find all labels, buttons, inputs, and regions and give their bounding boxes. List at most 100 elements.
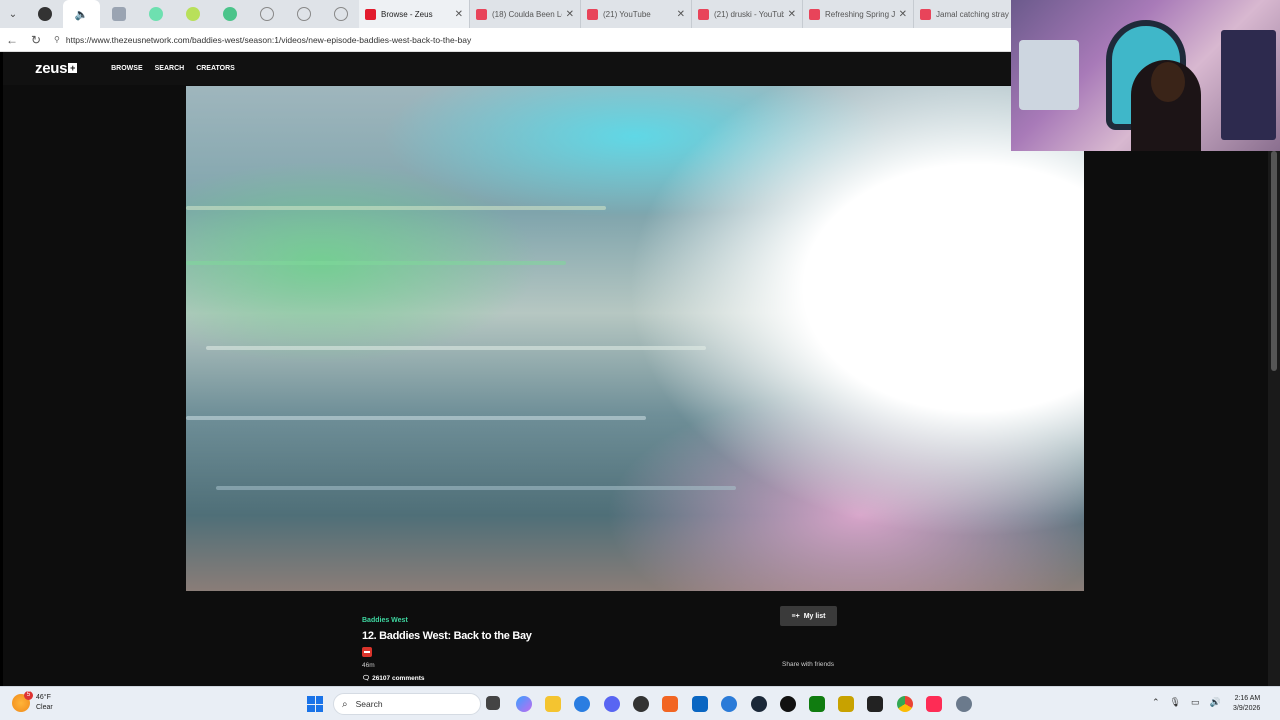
nav-search[interactable]: SEARCH [155,65,185,72]
youtube-favicon [809,8,820,20]
pinned-tab[interactable] [211,0,248,28]
video-frame [186,206,606,210]
close-tab-icon[interactable]: ✕ [899,9,907,20]
tab-title: Jamal catching stray [936,9,1009,19]
chevron-up-icon[interactable]: ⌃ [1152,697,1160,708]
app-icon [222,7,237,21]
webcam-overlay [1011,0,1280,151]
copilot-icon[interactable] [516,696,532,712]
webcam-background [1221,30,1276,140]
video-player[interactable] [186,86,1084,591]
file-explorer-icon[interactable] [545,696,561,712]
video-frame [216,486,736,490]
video-frame [206,346,706,350]
weather-desc: Clear [36,704,53,711]
streamer-head [1151,62,1185,102]
pinned-tab[interactable] [174,0,211,28]
globe-icon [296,7,311,21]
my-list-label: My list [803,612,826,620]
app-icon [111,7,126,21]
outlook-icon[interactable] [721,696,737,712]
network-icon[interactable]: ▭ [1191,697,1200,708]
app-icon[interactable] [662,696,678,712]
task-view-icon[interactable] [486,696,500,710]
close-tab-icon[interactable]: ✕ [455,9,463,20]
youtube-favicon [587,8,598,20]
app-icon [37,7,52,21]
tab-youtube[interactable]: (18) Coulda Been Lo ✕ [470,0,581,28]
reload-icon[interactable]: ↻ [24,28,48,52]
steam-icon[interactable] [751,696,767,712]
pinned-tab[interactable] [100,0,137,28]
speaker-icon: 🔈 [74,8,89,21]
video-frame [186,416,646,420]
youtube-favicon [920,8,931,20]
tab-title: Refreshing Spring Ju [825,9,895,19]
search-placeholder: Search [355,699,383,709]
settings-icon[interactable] [956,696,972,712]
microphone-icon[interactable]: 🎙 [1170,697,1181,708]
close-tab-icon[interactable]: ✕ [566,9,574,20]
comment-icon: 🗨 [362,675,371,682]
tab-youtube[interactable]: Jamal catching stray [914,0,1025,28]
tab-title: (21) druski - YouTub [714,9,784,19]
logo-mark-icon: + [68,63,78,73]
tab-youtube[interactable]: Refreshing Spring Ju ✕ [803,0,914,28]
show-link[interactable]: Baddies West [362,617,408,624]
comments-count: 26107 comments [372,675,425,682]
close-tab-icon[interactable]: ✕ [788,9,796,20]
pinned-tab[interactable] [322,0,359,28]
scrollbar-thumb[interactable] [1271,151,1277,371]
zeus-logo[interactable]: zeus + [35,60,78,77]
tab-browse-zeus[interactable]: Browse - Zeus ✕ [359,0,470,28]
add-list-icon: ≡+ [791,612,800,620]
site-info-icon[interactable]: ⚲ [54,35,60,44]
nav-creators[interactable]: CREATORS [196,65,235,72]
pinned-tab[interactable] [285,0,322,28]
nav-browse[interactable]: BROWSE [111,65,143,72]
obs-icon[interactable] [633,696,649,712]
my-list-button[interactable]: ≡+ My list [780,606,837,626]
tab-title: Browse - Zeus [381,9,433,19]
weather-temp: 46°F [36,694,51,701]
tab-youtube[interactable]: (21) druski - YouTub ✕ [692,0,803,28]
volume-icon[interactable]: 🔊 [1210,697,1221,708]
share-with-friends[interactable]: Share with friends [782,661,834,668]
comments-link[interactable]: 🗨 26107 comments [362,674,424,682]
app-icon[interactable] [867,696,883,712]
tiktok-icon[interactable] [780,696,796,712]
discord-icon[interactable] [604,696,620,712]
app-icon [185,7,200,21]
clock[interactable]: 2:16 AM 3/9/2026 [1233,694,1260,714]
start-button-icon[interactable] [307,696,323,712]
tab-search-icon[interactable]: ⌄ [0,0,26,28]
back-icon[interactable]: ← [0,28,24,52]
url-text: https://www.thezeusnetwork.com/baddies-w… [65,34,472,45]
chrome-icon[interactable] [897,696,913,712]
taskbar-search[interactable]: ⌕ Search [333,693,481,715]
weather-widget[interactable]: 5 46°F Clear [12,691,53,713]
tab-youtube[interactable]: (21) YouTube ✕ [581,0,692,28]
rockstar-icon[interactable] [838,696,854,712]
xbox-icon[interactable] [809,696,825,712]
globe-icon [333,7,348,21]
date: 3/9/2026 [1233,705,1261,712]
zeus-favicon [365,8,376,20]
tiktok-live-icon[interactable] [926,696,942,712]
pinned-tab[interactable] [26,0,63,28]
pinned-tab[interactable] [248,0,285,28]
pinned-tab[interactable] [137,0,174,28]
close-tab-icon[interactable]: ✕ [677,9,685,20]
system-tray: ⌃ 🎙 ▭ 🔊 [1152,697,1221,708]
search-icon: ⌕ [342,698,348,710]
logo-text: zeus [35,60,68,77]
youtube-favicon [698,8,709,20]
page-scrollbar[interactable] [1268,151,1280,686]
pinned-tab-audio[interactable]: 🔈 [63,0,100,28]
time: 2:16 AM [1234,695,1261,702]
tab-title: (21) YouTube [603,9,651,19]
webcam-background [1019,40,1079,110]
store-icon[interactable] [692,696,708,712]
episode-duration: 46m [362,662,375,669]
edge-icon[interactable] [574,696,590,712]
